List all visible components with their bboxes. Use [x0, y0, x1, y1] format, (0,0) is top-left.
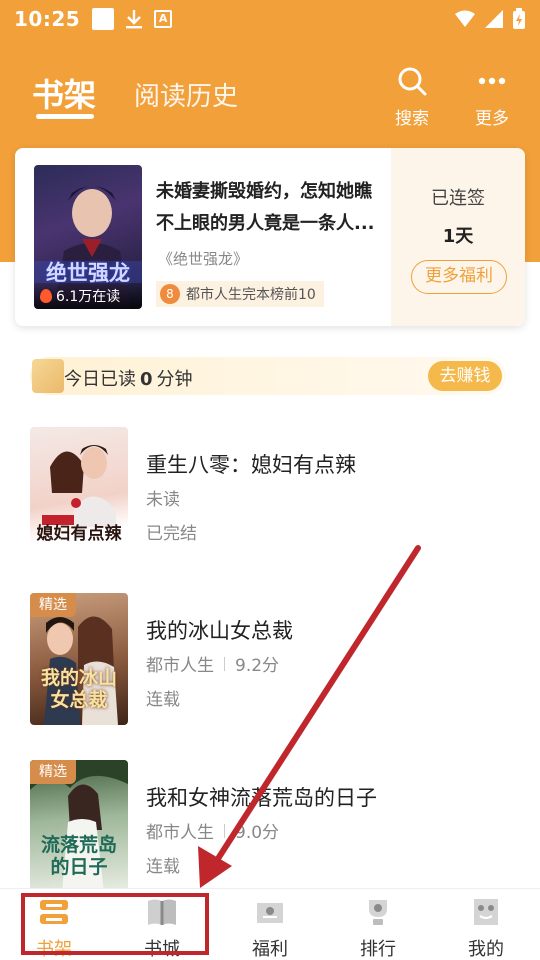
bottom-navigation: 书架 书城 福利 排行 我的 [0, 888, 540, 960]
nav-label-ranking: 排行 [360, 939, 396, 960]
active-tab-indicator [36, 114, 94, 119]
reading-suffix: 分钟 [156, 369, 193, 390]
checkin-panel: 已连签 1天 更多福利 [391, 148, 525, 326]
meta-separator [224, 656, 225, 671]
more-welfare-button[interactable]: 更多福利 [411, 260, 507, 294]
bookshelf-icon [40, 900, 68, 924]
download-icon [126, 10, 143, 29]
more-label: 更多 [475, 109, 509, 129]
gift-icon [257, 903, 283, 923]
signed-days: 1天 [442, 226, 474, 247]
rank-badge: 8 都市人生完本榜前10 [156, 281, 324, 307]
nav-item-ranking[interactable]: 排行 [338, 897, 418, 960]
featured-tag: 精选 [30, 593, 76, 617]
flame-icon [40, 289, 52, 303]
more-button[interactable]: 更多 [462, 66, 522, 129]
reader-count-text: 6.1万在读 [56, 289, 121, 305]
rank-text: 都市人生完本榜前10 [186, 287, 316, 303]
book-genre: 都市人生 [146, 656, 214, 676]
signal-icon [485, 10, 503, 28]
search-label: 搜索 [395, 109, 429, 129]
more-dots-icon [478, 77, 506, 85]
book-meta: 都市人生 9.0分 [146, 818, 279, 843]
signed-label: 已连签 [431, 188, 485, 209]
featured-tag: 精选 [30, 760, 76, 784]
book-cover-title: 媳妇有点辣 [36, 524, 122, 544]
nav-item-profile[interactable]: 我的 [446, 897, 526, 960]
daily-reading-text: 今日已读 0 分钟 [64, 365, 193, 391]
tab-reading-history[interactable]: 阅读历史 [134, 76, 238, 113]
reader-count: 6.1万在读 [34, 283, 142, 309]
status-bar: 10:25 A [0, 0, 540, 38]
list-item[interactable]: 媳妇有点辣 重生八零：媳妇有点辣 未读 已完结 [30, 427, 510, 563]
nav-label-bookstore: 书城 [144, 939, 180, 960]
wifi-icon [455, 10, 475, 27]
app-header: 书架 阅读历史 搜索 更多 [0, 60, 540, 130]
list-item[interactable]: 精选 我的冰山女总裁 我的冰山女总裁 都市人生 9.2分 连载 [30, 593, 510, 729]
book-meta: 都市人生 9.2分 [146, 651, 279, 676]
book-rating: 9.2分 [235, 656, 280, 676]
trophy-icon [369, 900, 387, 925]
battery-charging-icon [513, 8, 525, 29]
featured-book-series: 《绝世强龙》 [158, 250, 249, 268]
nav-item-bookstore[interactable]: 书城 [122, 897, 202, 960]
book-title[interactable]: 我的冰山女总裁 [146, 615, 293, 645]
search-icon [398, 67, 427, 96]
book-status: 连载 [146, 857, 180, 877]
medal-icon: 8 [160, 284, 180, 304]
book-title[interactable]: 重生八零：媳妇有点辣 [146, 449, 356, 479]
font-a-icon: A [154, 10, 173, 28]
book-cover[interactable]: 精选 我的冰山女总裁 [30, 593, 128, 725]
featured-book-title[interactable]: 未婚妻撕毁婚约，怎知她瞧不上眼的男人竟是一条人... [156, 176, 384, 240]
earn-money-button[interactable]: 去赚钱 [428, 361, 502, 391]
nav-item-welfare[interactable]: 福利 [230, 897, 310, 960]
book-meta: 未读 [146, 485, 180, 510]
reading-minutes: 0 [140, 369, 153, 390]
daily-reading-bar: 今日已读 0 分钟 去赚钱 [30, 357, 506, 395]
system-indicators [454, 8, 526, 30]
nav-item-bookshelf[interactable]: 书架 [14, 897, 94, 960]
book-rating: 9.0分 [235, 823, 280, 843]
book-icon [148, 899, 176, 925]
book-title[interactable]: 我和女神流落荒岛的日子 [146, 782, 377, 812]
nav-label-profile: 我的 [468, 939, 504, 960]
notification-icons: A [92, 8, 173, 30]
reading-prefix: 今日已读 [64, 369, 136, 390]
tab-bookshelf[interactable]: 书架 [32, 70, 96, 116]
book-cover[interactable]: 精选 流落荒岛的日子 [30, 760, 128, 892]
list-item[interactable]: 精选 流落荒岛的日子 我和女神流落荒岛的日子 都市人生 9.0分 连载 [30, 760, 510, 896]
meta-separator [224, 823, 225, 838]
profile-icon [474, 899, 498, 925]
featured-book-card[interactable]: 绝世强龙 6.1万在读 未婚妻撕毁婚约，怎知她瞧不上眼的男人竟是一条人... 《… [15, 148, 525, 326]
open-book-icon [32, 359, 64, 393]
nav-label-bookshelf: 书架 [36, 939, 72, 960]
book-cover-title: 流落荒岛的日子 [40, 834, 117, 878]
status-time: 10:25 [14, 7, 81, 31]
featured-book-cover[interactable]: 绝世强龙 6.1万在读 [34, 165, 142, 309]
book-status: 已完结 [146, 524, 197, 544]
notification-square-icon [92, 8, 115, 30]
book-genre: 都市人生 [146, 823, 214, 843]
book-read-status: 未读 [146, 490, 180, 510]
nav-label-welfare: 福利 [252, 939, 288, 960]
book-cover-title: 我的冰山女总裁 [40, 667, 117, 711]
book-cover[interactable]: 媳妇有点辣 [30, 427, 128, 559]
book-status: 连载 [146, 690, 180, 710]
search-button[interactable]: 搜索 [382, 66, 442, 129]
